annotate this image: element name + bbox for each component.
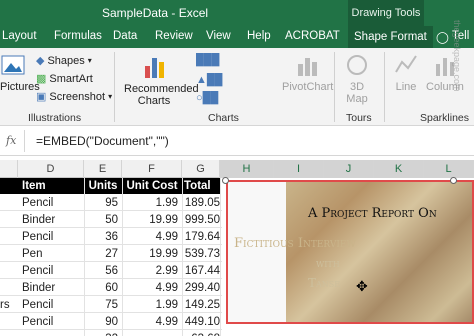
embed-line3: Tanse	[308, 276, 341, 290]
window-title: SampleData - Excel	[102, 6, 209, 20]
formula-bar: fx =EMBED("Document","")	[0, 126, 474, 156]
column-header-l[interactable]: L	[424, 160, 474, 178]
recommended-charts-icon	[145, 58, 164, 78]
column-gridline	[84, 178, 85, 336]
chart-types-icon[interactable]: ███	[196, 54, 219, 66]
header-total[interactable]: Total	[182, 178, 220, 194]
formula-separator	[24, 130, 25, 152]
watermark: thegeekpage.com	[452, 20, 462, 92]
formula-input[interactable]: =EMBED("Document","")	[36, 134, 169, 148]
header-units[interactable]: Units	[84, 178, 122, 194]
chevron-down-icon: ▾	[108, 92, 113, 101]
chevron-down-icon: ▾	[87, 56, 92, 65]
ribbon-separator	[114, 52, 115, 122]
column-header-g[interactable]: G	[182, 160, 220, 178]
header-item[interactable]: Item	[0, 178, 84, 194]
smartart-label: SmartArt	[49, 72, 93, 85]
line-chart-icon	[395, 55, 417, 73]
column-gridline	[182, 178, 183, 336]
column-header-e[interactable]: E	[84, 160, 122, 178]
column-gridline	[220, 178, 221, 336]
cell-units[interactable]: 32	[84, 330, 118, 336]
column-header-h[interactable]: H	[220, 160, 274, 178]
embedded-document-object[interactable]: A Project Report On Fictitious Interview…	[226, 180, 474, 324]
tab-shape-format[interactable]: Shape Format	[348, 26, 433, 48]
tours-group-label: Tours	[346, 112, 372, 124]
column-header-d[interactable]: D	[18, 160, 84, 178]
chart-types-icon[interactable]: ▲██	[196, 74, 222, 86]
smartart-icon: ▩	[36, 73, 47, 85]
line-label: Line	[395, 81, 417, 93]
recommended-charts-button[interactable]: Recommended Charts	[124, 52, 199, 107]
screenshot-icon: ▣	[36, 91, 47, 103]
sparklines-group-label: Sparklines	[420, 112, 470, 124]
ribbon: Pictures ◆ Shapes ▾ ▩ SmartArt ▣ Screens…	[0, 48, 474, 126]
header-unit-cost[interactable]: Unit Cost	[122, 178, 182, 194]
pivotchart-label: PivotChart	[282, 81, 334, 93]
tab-acrobat[interactable]: ACROBAT	[285, 30, 340, 42]
pivotchart-icon	[297, 58, 317, 76]
column-header-i[interactable]: I	[274, 160, 324, 178]
tab-view[interactable]: View	[206, 30, 231, 42]
charts-group-label: Charts	[208, 112, 239, 124]
recommended-charts-label: Recommended Charts	[124, 83, 199, 107]
screenshot-label: Screenshot	[49, 90, 106, 103]
cell-total[interactable]: 63.68	[182, 330, 220, 336]
embed-title: A Project Report On	[308, 206, 437, 221]
embed-cover-image	[286, 182, 472, 322]
illustrations-group-label: Illustrations	[28, 112, 82, 124]
pictures-label: Pictures	[0, 81, 40, 93]
pictures-button[interactable]: Pictures	[0, 54, 40, 93]
chart-types-icon[interactable]: ○██	[196, 92, 218, 104]
fx-icon[interactable]: fx	[6, 134, 16, 147]
lightbulb-icon[interactable]: ◯	[436, 30, 449, 44]
map3d-label: 3D Map	[346, 81, 368, 105]
drawing-tools-label: Drawing Tools	[348, 0, 424, 26]
pictures-icon	[1, 55, 25, 75]
tab-layout[interactable]: Layout	[2, 30, 37, 42]
column-header-j[interactable]: J	[324, 160, 374, 178]
cell-fragment: rs	[0, 299, 10, 311]
move-cursor-icon: ✥	[356, 278, 368, 294]
row-header-corner	[0, 160, 18, 178]
shapes-icon: ◆	[36, 55, 45, 67]
column-headers: D E F G H I J K L	[0, 160, 474, 178]
embed-left-panel	[228, 182, 288, 322]
screenshot-button[interactable]: ▣ Screenshot ▾	[36, 90, 113, 104]
cell-item[interactable]	[22, 330, 84, 336]
embed-line2: with	[316, 256, 340, 270]
map3d-button[interactable]: 3D Map	[344, 52, 370, 105]
column-gridline	[122, 178, 123, 336]
tab-review[interactable]: Review	[155, 30, 193, 42]
shapes-button[interactable]: ◆ Shapes ▾	[36, 54, 92, 68]
resize-handle[interactable]	[450, 177, 457, 184]
tab-help[interactable]: Help	[247, 30, 271, 42]
tab-formulas[interactable]: Formulas	[54, 30, 102, 42]
smartart-button[interactable]: ▩ SmartArt	[36, 72, 93, 86]
title-bar: SampleData - Excel Drawing Tools	[0, 0, 474, 26]
ribbon-tabs: Layout Formulas Data Review View Help AC…	[0, 26, 474, 48]
line-sparkline-button[interactable]: Line	[394, 52, 418, 93]
embed-line1: Fictitious Interview	[234, 236, 356, 251]
shapes-label: Shapes	[47, 54, 85, 67]
ribbon-separator	[334, 52, 335, 122]
ribbon-separator	[384, 52, 385, 122]
pivotchart-button[interactable]: PivotChart	[282, 52, 333, 93]
resize-handle[interactable]	[222, 177, 229, 184]
column-header-k[interactable]: K	[374, 160, 424, 178]
globe-icon	[347, 55, 367, 75]
column-header-f[interactable]: F	[122, 160, 182, 178]
cell-unit-cost[interactable]	[122, 330, 178, 336]
tab-data[interactable]: Data	[113, 30, 137, 42]
